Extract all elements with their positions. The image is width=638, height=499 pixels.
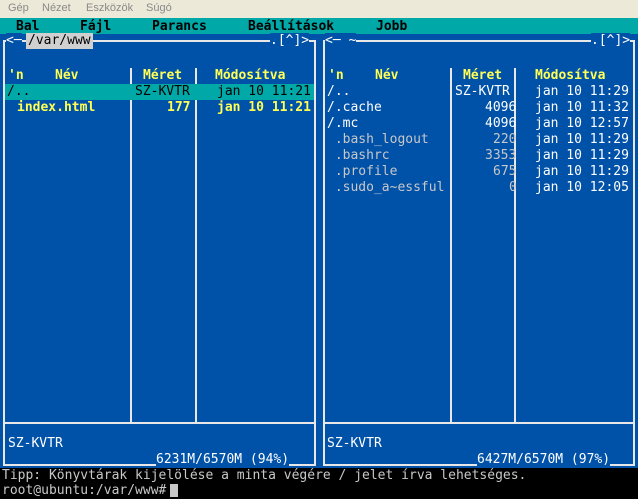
right-row-name: .profile <box>327 164 398 179</box>
left-row-size: 177 <box>167 100 191 115</box>
right-row-name: /.. <box>327 84 351 99</box>
cursor <box>170 484 178 497</box>
right-row-mtime: jan 10 11:32 <box>535 100 629 115</box>
left-col-mtime[interactable]: Módosítva <box>215 68 285 84</box>
right-row-mtime: jan 10 12:05 <box>535 180 629 195</box>
menu-bal[interactable]: Bal <box>16 19 39 34</box>
right-row-mtime: jan 10 11:29 <box>535 148 629 163</box>
left-disk-usage: 6231M/6570M (94%) <box>156 452 290 468</box>
left-panel[interactable]: <─ /var/www .[^]> 'n Név Méret Módosítva… <box>0 33 319 468</box>
left-panel-controls[interactable]: .[^]> <box>270 33 310 49</box>
host-menu-nezet[interactable]: Nézet <box>42 2 71 14</box>
command-line[interactable]: root@ubuntu:/var/www# <box>0 483 638 499</box>
left-col-sort[interactable]: 'n <box>8 68 24 84</box>
left-sep-1 <box>130 68 132 422</box>
right-status: SZ-KVTR <box>327 436 382 451</box>
left-col-name[interactable]: Név <box>55 68 78 84</box>
left-row-mtime: jan 10 11:21 <box>217 84 311 99</box>
menu-beallitasok[interactable]: Beállítások <box>248 19 334 34</box>
right-row-name: .sudo_a~essful <box>327 180 445 195</box>
menu-jobb[interactable]: Jobb <box>376 19 407 34</box>
table-row[interactable]: index.html 177 jan 10 11:21 <box>5 100 314 116</box>
host-menu-sugo[interactable]: Súgó <box>146 2 172 14</box>
right-row-mtime: jan 10 12:57 <box>535 116 629 131</box>
terminal: Bal Fájl Parancs Beállítások Jobb <─ /va… <box>0 18 638 498</box>
host-menu-eszkozok[interactable]: Eszközök <box>86 2 133 14</box>
shell-prompt: root@ubuntu:/var/www# <box>2 483 167 498</box>
right-col-name[interactable]: Név <box>375 68 398 84</box>
right-status-divider <box>325 422 633 424</box>
right-disk-usage: 6427M/6570M (97%) <box>477 452 611 468</box>
left-row-name: index.html <box>17 100 96 115</box>
left-sep-2 <box>195 68 197 422</box>
right-col-mtime[interactable]: Módosítva <box>535 68 605 84</box>
right-row-size: 3353 <box>485 148 517 163</box>
hint-bar: Tipp: Könyvtárak kijelölése a minta végé… <box>0 468 638 484</box>
right-row-name: /.cache <box>327 100 382 115</box>
table-row[interactable]: /.cache 4096 jan 10 11:32 <box>325 100 633 116</box>
right-row-size: 4096 <box>485 100 517 115</box>
right-row-mtime: jan 10 11:29 <box>535 132 629 147</box>
host-menubar: Gép Nézet Eszközök Súgó <box>0 0 638 19</box>
right-row-size: 4096 <box>485 116 517 131</box>
left-row-mtime: jan 10 11:21 <box>217 100 311 115</box>
left-panel-corner: <─ <box>6 33 22 49</box>
left-col-size[interactable]: Méret <box>143 68 182 84</box>
table-row[interactable]: .bashrc 3353 jan 10 11:29 <box>325 148 633 164</box>
right-row-size: 675 <box>493 164 517 179</box>
right-col-size[interactable]: Méret <box>463 68 502 84</box>
right-row-mtime: jan 10 11:29 <box>535 164 629 179</box>
right-row-size: 0 <box>509 180 517 195</box>
menu-parancs[interactable]: Parancs <box>152 19 207 34</box>
table-row[interactable]: /.. SZ-KVTR jan 10 11:21 <box>5 84 314 100</box>
table-row[interactable]: .profile 675 jan 10 11:29 <box>325 164 633 180</box>
right-row-name: .bashrc <box>327 148 390 163</box>
right-panel-controls[interactable]: .[^]> <box>591 33 631 49</box>
table-row[interactable]: .bash_logout 220 jan 10 11:29 <box>325 132 633 148</box>
table-row[interactable]: /.mc 4096 jan 10 12:57 <box>325 116 633 132</box>
left-status-divider <box>5 422 314 424</box>
menu-fajl[interactable]: Fájl <box>80 19 111 34</box>
left-row-name: /.. <box>7 84 31 99</box>
right-panel-corner: <─ ~ <box>325 33 357 49</box>
hint-text: Tipp: Könyvtárak kijelölése a minta végé… <box>2 468 527 483</box>
right-row-mtime: jan 10 11:29 <box>535 84 629 99</box>
right-row-name: .bash_logout <box>327 132 429 147</box>
right-panel[interactable]: <─ ~ .[^]> 'n Név Méret Módosítva /.. SZ… <box>319 33 638 468</box>
left-row-size: SZ-KVTR <box>135 84 190 99</box>
right-col-sort[interactable]: 'n <box>328 68 344 84</box>
table-row[interactable]: .sudo_a~essful 0 jan 10 12:05 <box>325 180 633 196</box>
left-panel-path[interactable]: /var/www <box>26 33 93 49</box>
table-row[interactable]: /.. SZ-KVTR jan 10 11:29 <box>325 84 633 100</box>
right-row-size: 220 <box>493 132 517 147</box>
left-status: SZ-KVTR <box>8 436 63 451</box>
right-row-size: SZ-KVTR <box>455 84 510 99</box>
mc-menubar: Bal Fájl Parancs Beállítások Jobb <box>0 18 638 34</box>
right-row-name: /.mc <box>327 116 359 131</box>
host-menu-gep[interactable]: Gép <box>8 2 29 14</box>
